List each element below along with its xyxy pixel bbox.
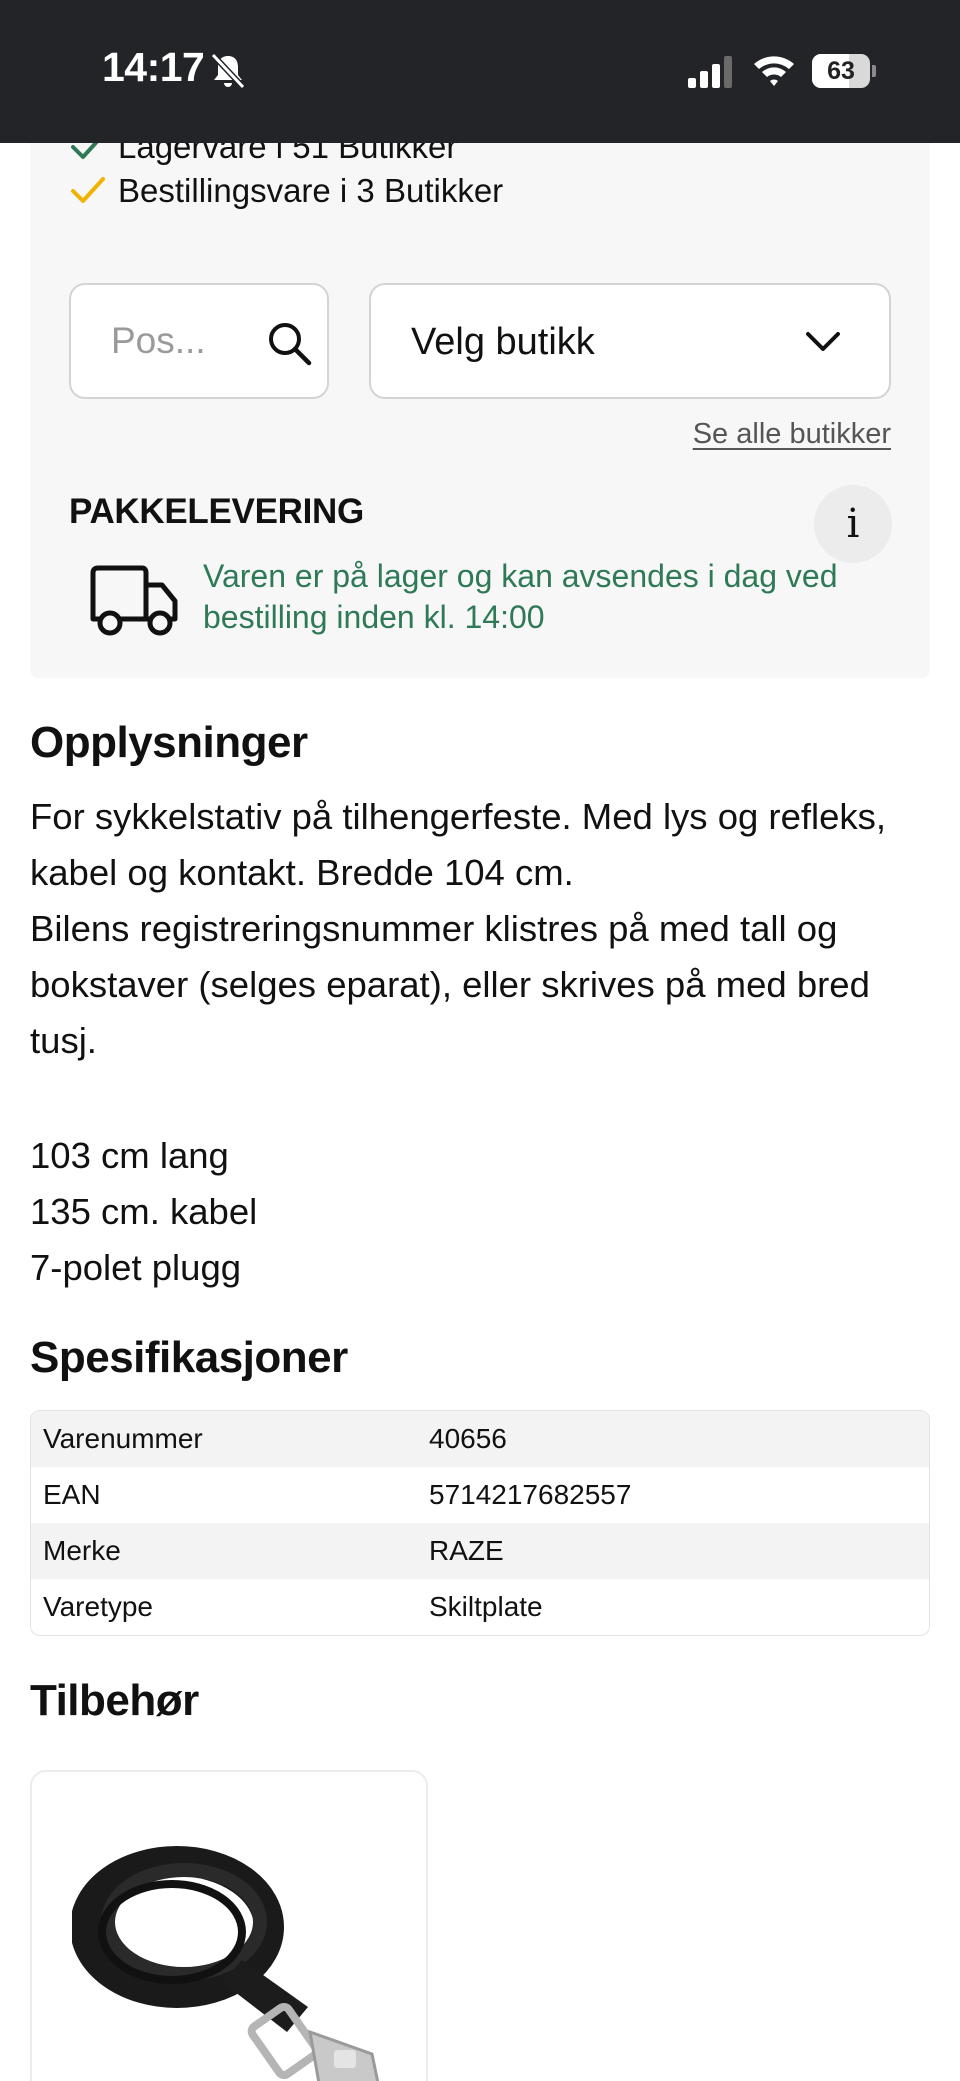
detail-line: 7-polet plugg [30, 1247, 242, 1288]
spec-value: 5714217682557 [429, 1479, 632, 1510]
detail-line: 103 cm lang [30, 1135, 229, 1176]
spec-value: 40656 [429, 1423, 507, 1454]
store-select-label: Velg butikk [411, 321, 595, 363]
postal-code-field [69, 283, 329, 399]
store-availability-panel: Lagervare i 51 Butikker Bestillingsvare … [30, 100, 930, 678]
table-row: EAN 5714217682557 [31, 1467, 929, 1523]
spec-value: Skiltplate [429, 1591, 543, 1622]
delivery-title: PAKKELEVERING [69, 492, 364, 531]
status-time: 14:17 [102, 44, 205, 90]
description-paragraph: Bilens registreringsnummer klistres på m… [30, 908, 870, 1061]
spec-key: EAN [43, 1479, 101, 1510]
truck-icon [90, 565, 178, 636]
stock-row-label: Bestillingsvare i 3 Butikker [118, 172, 504, 209]
table-row: Varenummer 40656 [31, 1411, 929, 1467]
cellular-signal-icon [688, 56, 732, 88]
postal-code-input[interactable] [111, 285, 261, 397]
specs-table: Varenummer 40656 EAN 5714217682557 Merke… [30, 1410, 930, 1636]
spec-key: Varenummer [43, 1423, 203, 1454]
see-all-stores-link[interactable]: Se alle butikker [693, 418, 891, 451]
store-select-dropdown[interactable]: Velg butikk [369, 283, 891, 399]
chevron-down-icon [806, 332, 840, 351]
table-row: Merke RAZE [31, 1523, 929, 1579]
info-icon: i [846, 501, 860, 547]
spec-key: Merke [43, 1535, 121, 1566]
delivery-text: Varen er på lager og kan avsendes i dag … [203, 558, 838, 635]
product-details-list: 103 cm lang 135 cm. kabel 7-polet plugg [30, 1128, 257, 1296]
spec-value: RAZE [429, 1535, 504, 1566]
specs-heading: Spesifikasjoner [30, 1333, 348, 1382]
table-row: Varetype Skiltplate [31, 1579, 929, 1635]
strap-with-buckle-image [72, 1846, 380, 2081]
accessory-card[interactable] [30, 1770, 428, 2081]
stock-row-order: Bestillingsvare i 3 Butikker [70, 172, 503, 210]
check-icon [71, 177, 105, 203]
battery-icon: 63 [812, 54, 876, 88]
accessories-heading: Tilbehør [30, 1676, 199, 1725]
product-description: For sykkelstativ på tilhengerfeste. Med … [30, 789, 930, 1069]
wifi-icon [754, 56, 794, 86]
description-paragraph: For sykkelstativ på tilhengerfeste. Med … [30, 796, 887, 893]
detail-line: 135 cm. kabel [30, 1191, 258, 1232]
status-bar: 14:17 63 [0, 0, 960, 143]
info-button[interactable]: i [814, 485, 892, 563]
info-heading: Opplysninger [30, 718, 308, 767]
bell-slash-icon [210, 52, 246, 90]
search-icon[interactable] [265, 319, 313, 367]
spec-key: Varetype [43, 1591, 153, 1622]
battery-percentage: 63 [827, 57, 855, 85]
